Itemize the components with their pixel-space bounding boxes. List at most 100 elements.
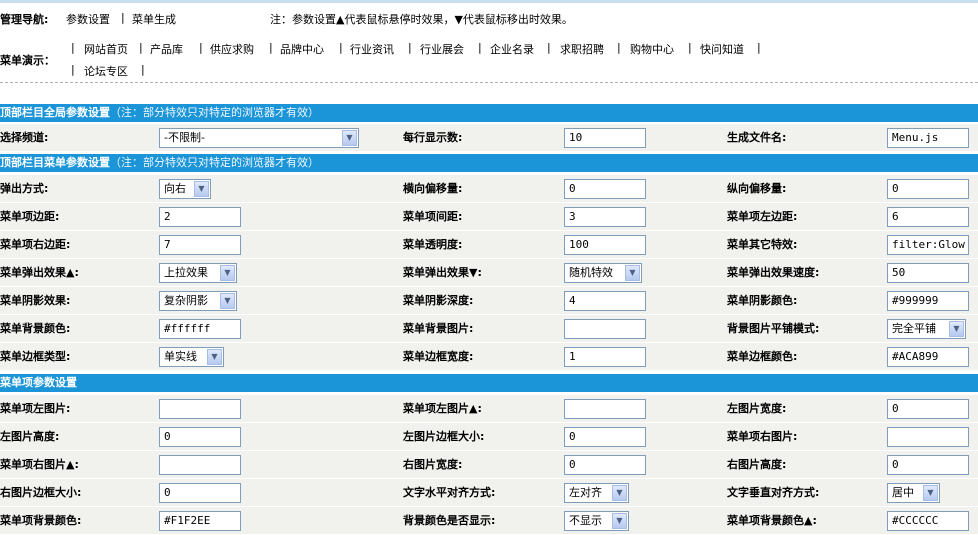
menu-demo-item[interactable]: 供应求购 (210, 41, 254, 57)
param-label: 菜单阴影效果: (0, 294, 71, 307)
chevron-down-icon: ▼ (612, 513, 627, 529)
param-input[interactable]: 1 (564, 347, 646, 367)
param-label: 菜单阴影深度: (403, 294, 474, 307)
menu-demo-item[interactable]: 论坛专区 (84, 63, 128, 79)
param-row: 菜单背景颜色: #ffffff 菜单背景图片: 背景图片平铺模式: 完全平铺 ▼ (0, 315, 978, 343)
param-label: 右图片高度: (727, 458, 787, 471)
param-select-value: 左对齐 (569, 486, 602, 499)
param-label: 菜单项背景颜色: (0, 514, 82, 527)
chevron-down-icon: ▼ (194, 181, 209, 197)
param-label: 右图片宽度: (403, 458, 463, 471)
param-input[interactable]: 0 (887, 399, 969, 419)
param-input[interactable] (887, 427, 969, 447)
param-label: 菜单项左图片▲: (403, 402, 482, 415)
param-label: 菜单阴影颜色: (727, 294, 798, 307)
param-input[interactable]: 0 (564, 179, 646, 199)
menu-demo-item[interactable]: 快问知道 (700, 41, 744, 57)
param-label: 菜单弹出效果▼: (403, 266, 482, 279)
param-row: 菜单弹出效果▲: 上拉效果 ▼ 菜单弹出效果▼: 随机特效 ▼ 菜单弹出效果速度: 50 (0, 259, 978, 287)
param-input[interactable]: 0 (159, 427, 241, 447)
param-input[interactable]: 0 (564, 455, 646, 475)
param-input[interactable] (564, 399, 646, 419)
param-select-value: 单实线 (164, 350, 197, 363)
param-label: 背景颜色是否显示: (403, 514, 496, 527)
param-label: 左图片边框大小: (403, 430, 485, 443)
param-select[interactable]: 不显示 ▼ (564, 511, 629, 531)
param-select-value: 向右 (164, 182, 186, 195)
menu-separator: | (478, 41, 482, 54)
channel-select-value: -不限制- (164, 131, 205, 144)
param-select-value: 不显示 (569, 514, 602, 527)
param-input[interactable]: #ffffff (159, 319, 241, 339)
nav-link-generate[interactable]: 菜单生成 (132, 11, 176, 27)
menu-separator: | (269, 41, 273, 54)
param-input[interactable]: 4 (564, 291, 646, 311)
menu-separator: | (71, 41, 75, 54)
menu-separator: | (408, 41, 412, 54)
chevron-down-icon: ▼ (342, 130, 357, 146)
menu-demo-item[interactable]: 产品库 (150, 41, 183, 57)
param-select[interactable]: 随机特效 ▼ (564, 263, 642, 283)
param-row: 菜单边框类型: 单实线 ▼ 菜单边框宽度: 1 菜单边框颜色: #ACA899 (0, 343, 978, 371)
param-select[interactable]: 向右 ▼ (159, 179, 211, 199)
param-label: 菜单项背景颜色▲: (727, 514, 817, 527)
param-input[interactable]: 0 (887, 179, 969, 199)
filename-input[interactable]: Menu.js (887, 128, 969, 148)
param-input[interactable]: 0 (564, 427, 646, 447)
param-row: 菜单项左图片: 菜单项左图片▲: 左图片宽度: 0 (0, 395, 978, 423)
nav-link-params[interactable]: 参数设置 (66, 11, 110, 27)
param-input[interactable]: filter:Glow (887, 235, 969, 255)
param-label: 菜单背景颜色: (0, 322, 71, 335)
menu-demo-item[interactable]: 网站首页 (84, 41, 128, 57)
param-select[interactable]: 上拉效果 ▼ (159, 263, 237, 283)
admin-nav-bar: 管理导航: 参数设置 | 菜单生成 注：参数设置▲代表鼠标悬停时效果，▼代表鼠标… (0, 3, 978, 32)
param-label: 菜单项间距: (403, 210, 463, 223)
nav-title: 管理导航: (0, 13, 49, 26)
menu-demo-label: 菜单演示： (0, 54, 55, 67)
perrow-input[interactable]: 10 (564, 128, 646, 148)
param-select[interactable]: 左对齐 ▼ (564, 483, 629, 503)
menu-separator: | (547, 41, 551, 54)
menu-separator: | (199, 41, 203, 54)
nav-separator: | (121, 11, 125, 24)
param-label: 菜单边框宽度: (403, 350, 474, 363)
param-input[interactable]: 6 (887, 207, 969, 227)
param-input[interactable]: 2 (159, 207, 241, 227)
channel-select[interactable]: -不限制- ▼ (159, 128, 359, 148)
param-select[interactable]: 单实线 ▼ (159, 347, 224, 367)
param-select[interactable]: 居中 ▼ (887, 483, 940, 503)
param-select[interactable]: 完全平铺 ▼ (887, 319, 966, 339)
param-input[interactable]: 0 (159, 483, 241, 503)
param-label: 菜单背景图片: (403, 322, 474, 335)
param-select[interactable]: 复杂阴影 ▼ (159, 291, 237, 311)
param-input[interactable]: #999999 (887, 291, 969, 311)
param-label: 弹出方式: (0, 182, 49, 195)
param-input[interactable]: 0 (887, 455, 969, 475)
param-input[interactable] (159, 399, 241, 419)
param-label: 菜单项左边距: (727, 210, 798, 223)
menu-demo-item[interactable]: 购物中心 (630, 41, 674, 57)
param-label: 横向偏移量: (403, 182, 463, 195)
param-input[interactable]: #ACA899 (887, 347, 969, 367)
param-row: 菜单项边距: 2 菜单项间距: 3 菜单项左边距: 6 (0, 203, 978, 231)
param-input[interactable] (159, 455, 241, 475)
param-input[interactable]: 50 (887, 263, 969, 283)
menu-demo-item[interactable]: 企业名录 (490, 41, 534, 57)
menu-demo-item[interactable]: 行业资讯 (350, 41, 394, 57)
menu-demo-item[interactable]: 求职招聘 (560, 41, 604, 57)
menu-demo-item[interactable]: 行业展会 (420, 41, 464, 57)
param-select-value: 随机特效 (569, 266, 613, 279)
chevron-down-icon: ▼ (625, 265, 640, 281)
param-input[interactable]: 3 (564, 207, 646, 227)
param-select-value: 上拉效果 (164, 266, 208, 279)
param-label: 菜单其它特效: (727, 238, 798, 251)
param-label: 纵向偏移量: (727, 182, 787, 195)
param-input[interactable]: 7 (159, 235, 241, 255)
param-input[interactable] (564, 319, 646, 339)
param-input[interactable]: #F1F2EE (159, 511, 241, 531)
menu-demo-item[interactable]: 品牌中心 (280, 41, 324, 57)
param-row: 菜单项右图片▲: 右图片宽度: 0 右图片高度: 0 (0, 451, 978, 479)
param-input[interactable]: 100 (564, 235, 646, 255)
param-input[interactable]: #CCCCCC (887, 511, 969, 531)
param-label: 菜单项右边距: (0, 238, 71, 251)
